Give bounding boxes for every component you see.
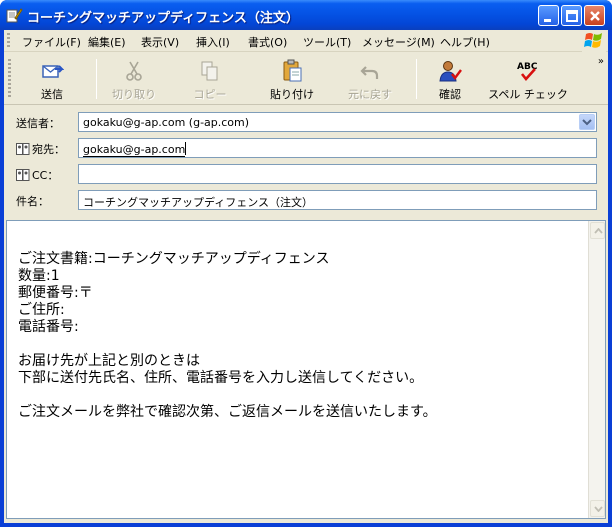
toolbar-grip[interactable] — [8, 59, 11, 99]
send-icon — [40, 59, 65, 83]
compose-mail-icon — [6, 7, 23, 23]
menu-message[interactable]: メッセージ(M) — [362, 34, 435, 50]
window-client: ファイル(F) 編集(E) 表示(V) 挿入(I) 書式(O) ツール(T) メ… — [4, 30, 608, 523]
paste-button[interactable]: 貼り付け — [260, 57, 324, 101]
menu-format[interactable]: 書式(O) — [248, 34, 287, 50]
toolbar: 送信 切り取り コピー 貼り付け 元に戻す 確認 ABC スペル チェック » — [4, 53, 608, 105]
recipient-chip[interactable]: gokaku@g-ap.com — [83, 143, 186, 157]
check-names-icon — [438, 59, 462, 83]
minimize-button[interactable] — [538, 5, 559, 26]
cut-label: 切り取り — [112, 88, 156, 101]
window-bottom-edge — [4, 519, 608, 523]
scissors-icon — [122, 59, 146, 83]
copy-icon — [198, 59, 222, 83]
check-names-button[interactable]: 確認 — [424, 57, 476, 101]
subject-value: コーチングマッチアップディフェンス（注文） — [83, 196, 314, 209]
copy-label: コピー — [193, 88, 227, 101]
copy-button[interactable]: コピー — [182, 57, 238, 101]
subject-field[interactable]: コーチングマッチアップディフェンス（注文） — [78, 190, 597, 210]
spell-check-icon: ABC — [516, 59, 540, 83]
title-bar[interactable]: コーチングマッチアップディフェンス（注文） — [0, 0, 612, 30]
chevron-down-icon[interactable] — [579, 114, 595, 130]
vertical-scrollbar[interactable] — [588, 221, 605, 518]
from-value: gokaku@g-ap.com (g-ap.com) — [83, 116, 250, 129]
menu-edit[interactable]: 編集(E) — [88, 34, 126, 50]
undo-button[interactable]: 元に戻す — [338, 57, 402, 101]
cut-button[interactable]: 切り取り — [102, 57, 166, 101]
undo-label: 元に戻す — [348, 88, 392, 101]
maximize-button[interactable] — [561, 5, 582, 26]
to-label-button[interactable]: 宛先： — [16, 141, 65, 158]
menu-tools[interactable]: ツール(T) — [303, 34, 351, 50]
from-select[interactable]: gokaku@g-ap.com (g-ap.com) — [78, 112, 597, 132]
compose-window: コーチングマッチアップディフェンス（注文） ファイル(F) 編集(E) 表示(V… — [0, 0, 612, 527]
menu-view[interactable]: 表示(V) — [141, 34, 179, 50]
paste-label: 貼り付け — [270, 88, 314, 101]
cc-field[interactable] — [78, 164, 597, 184]
header-fields: 送信者： gokaku@g-ap.com (g-ap.com) 宛先： goka… — [4, 106, 608, 218]
check-names-label: 確認 — [439, 88, 461, 101]
toolbar-separator — [416, 59, 417, 99]
text-caret — [185, 142, 187, 155]
from-label: 送信者： — [16, 117, 60, 130]
spell-check-button[interactable]: ABC スペル チェック — [488, 57, 568, 101]
toolbar-more-chevron-icon[interactable]: » — [598, 56, 604, 67]
close-button[interactable] — [584, 5, 605, 26]
scroll-up-button[interactable] — [590, 222, 605, 239]
menu-file[interactable]: ファイル(F) — [22, 34, 81, 50]
window-title: コーチングマッチアップディフェンス（注文） — [27, 11, 299, 26]
toolbar-separator — [96, 59, 97, 99]
spell-check-label: スペル チェック — [488, 88, 568, 101]
subject-label: 件名： — [16, 195, 49, 208]
menu-insert[interactable]: 挿入(I) — [196, 34, 230, 50]
paste-icon — [280, 59, 304, 83]
send-button[interactable]: 送信 — [22, 57, 82, 101]
message-body-editor[interactable]: ご注文書籍:コーチングマッチアップディフェンス 数量:1 郵便番号:〒 ご住所:… — [6, 220, 606, 519]
menu-bar: ファイル(F) 編集(E) 表示(V) 挿入(I) 書式(O) ツール(T) メ… — [4, 30, 608, 52]
menu-help[interactable]: ヘルプ(H) — [440, 34, 490, 50]
send-label: 送信 — [41, 88, 63, 101]
cc-label: CC： — [32, 169, 59, 182]
message-body-text[interactable]: ご注文書籍:コーチングマッチアップディフェンス 数量:1 郵便番号:〒 ご住所:… — [18, 251, 578, 421]
windows-logo-icon — [582, 30, 606, 52]
menu-grip[interactable] — [7, 33, 10, 49]
address-book-icon — [16, 143, 30, 158]
to-label: 宛先： — [32, 143, 65, 156]
cc-label-button[interactable]: CC： — [16, 167, 58, 184]
to-field[interactable]: gokaku@g-ap.com — [78, 138, 597, 158]
scroll-down-button[interactable] — [590, 500, 605, 517]
undo-icon — [358, 59, 382, 83]
address-book-icon — [16, 169, 30, 184]
